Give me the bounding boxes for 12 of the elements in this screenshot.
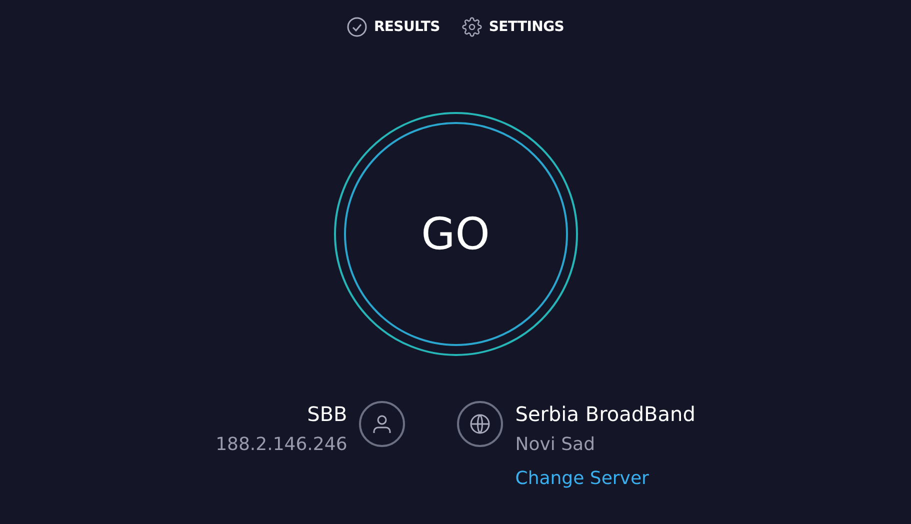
- user-icon: [359, 401, 406, 447]
- check-circle-icon: [346, 17, 367, 37]
- go-button[interactable]: GO: [344, 122, 568, 346]
- server-location: Novi Sad: [515, 433, 595, 457]
- change-server-link[interactable]: Change Server: [515, 462, 649, 496]
- settings-icon: [462, 17, 482, 37]
- settings-link[interactable]: SETTINGS: [462, 17, 564, 37]
- results-link[interactable]: RESULTS: [346, 17, 440, 37]
- isp-name: SBB: [307, 401, 348, 428]
- ip-address: 188.2.146.246: [216, 433, 348, 457]
- server-name: Serbia BroadBand: [515, 401, 696, 428]
- globe-icon: [457, 401, 504, 447]
